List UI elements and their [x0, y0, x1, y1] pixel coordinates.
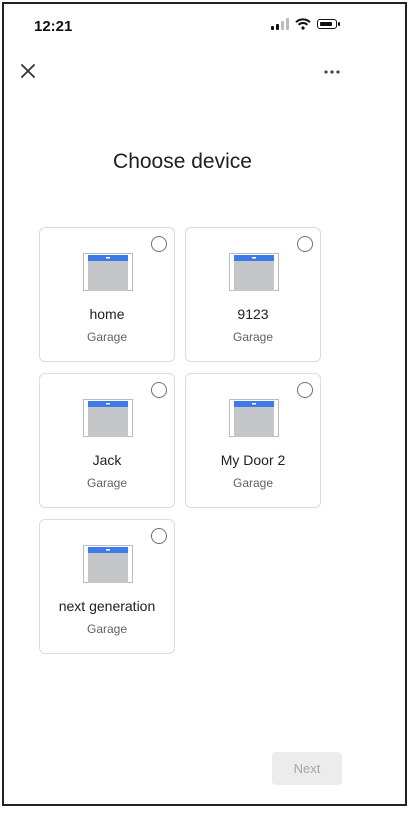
cellular-signal-icon	[271, 18, 289, 30]
device-type: Garage	[86, 330, 128, 344]
device-type: Garage	[232, 476, 274, 490]
device-radio[interactable]	[151, 528, 167, 544]
device-radio[interactable]	[297, 236, 313, 252]
garage-door-icon	[83, 545, 133, 583]
device-card[interactable]: home Garage	[39, 227, 175, 362]
wifi-icon	[295, 18, 311, 30]
close-icon	[21, 64, 35, 78]
device-card[interactable]: My Door 2 Garage	[185, 373, 321, 508]
garage-door-icon	[83, 253, 133, 291]
page-title: Choose device	[113, 150, 252, 173]
status-icons	[271, 18, 340, 30]
device-radio[interactable]	[297, 382, 313, 398]
garage-door-icon	[229, 399, 279, 437]
device-name: My Door 2	[220, 452, 286, 468]
device-name: next generation	[58, 598, 156, 614]
device-type: Garage	[86, 622, 128, 636]
device-name: Jack	[92, 452, 122, 468]
device-name: 9123	[237, 306, 269, 322]
device-radio[interactable]	[151, 236, 167, 252]
device-type: Garage	[86, 476, 128, 490]
garage-door-icon	[83, 399, 133, 437]
more-options-button[interactable]	[321, 62, 343, 82]
close-button[interactable]	[18, 61, 38, 81]
app-screen: 12:21 Choose device home Garage 9123 Gar…	[2, 2, 407, 806]
more-horizontal-icon	[324, 70, 340, 74]
device-radio[interactable]	[151, 382, 167, 398]
device-card[interactable]: 9123 Garage	[185, 227, 321, 362]
device-type: Garage	[232, 330, 274, 344]
battery-icon	[317, 19, 340, 29]
device-card[interactable]: next generation Garage	[39, 519, 175, 654]
device-card[interactable]: Jack Garage	[39, 373, 175, 508]
status-time: 12:21	[34, 18, 73, 35]
device-name: home	[89, 306, 125, 322]
next-button[interactable]: Next	[272, 752, 342, 785]
garage-door-icon	[229, 253, 279, 291]
